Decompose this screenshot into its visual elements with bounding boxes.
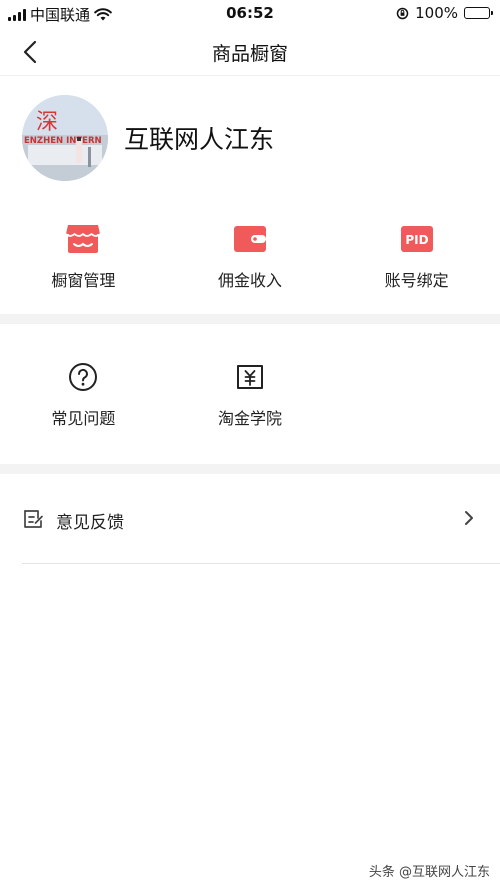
yuan-book-icon: [235, 360, 265, 394]
battery-label: 100%: [415, 4, 458, 22]
avatar[interactable]: 深 ENZHEN INTERN: [22, 95, 108, 181]
pid-icon: PID: [400, 222, 434, 256]
battery-icon: [464, 7, 493, 19]
watermark: 头条 @互联网人江东: [368, 865, 490, 880]
feedback-label: 意见反馈: [56, 513, 124, 533]
feature-label: 淘金学院: [217, 409, 282, 428]
section-divider: [0, 464, 500, 474]
back-button[interactable]: [14, 36, 46, 68]
storefront-icon: [65, 222, 101, 256]
wallet-icon: [233, 222, 267, 256]
svg-text:ENZHEN INTERN: ENZHEN INTERN: [24, 136, 102, 146]
feature-showcase-manage[interactable]: 橱窗管理: [0, 222, 167, 291]
nav-bar: 商品橱窗: [0, 28, 500, 76]
feature-row-main: 橱窗管理 佣金收入 PID 账号绑定: [0, 222, 500, 291]
row-separator: [22, 563, 500, 564]
feature-label: 账号绑定: [384, 271, 449, 290]
chevron-right-icon: [465, 511, 473, 525]
avatar-image: 深 ENZHEN INTERN: [22, 95, 108, 181]
status-bar: 中国联通 06:52 100%: [0, 0, 500, 26]
feature-academy[interactable]: 淘金学院: [167, 360, 334, 429]
feature-label: 橱窗管理: [51, 271, 116, 290]
orientation-lock-icon: [396, 7, 409, 19]
svg-text:PID: PID: [405, 233, 428, 247]
page-title: 商品橱窗: [211, 43, 288, 65]
profile-header: 深 ENZHEN INTERN 互联网人江东: [0, 76, 500, 196]
feature-commission-income[interactable]: 佣金收入: [167, 222, 334, 291]
chevron-left-icon: [23, 40, 37, 64]
svg-text:深: 深: [36, 110, 58, 135]
status-right: 100%: [396, 4, 493, 22]
feature-row-help: 常见问题 淘金学院: [0, 360, 500, 429]
feedback-row[interactable]: 意见反馈: [0, 476, 500, 564]
feature-faq[interactable]: 常见问题: [0, 360, 167, 429]
feedback-icon: [24, 510, 43, 528]
feature-account-binding[interactable]: PID 账号绑定: [333, 222, 500, 291]
feature-label: 常见问题: [51, 409, 116, 428]
profile-name: 互联网人江东: [124, 125, 275, 154]
feature-label: 佣金收入: [217, 271, 282, 290]
question-icon: [68, 360, 98, 394]
section-divider: [0, 314, 500, 324]
